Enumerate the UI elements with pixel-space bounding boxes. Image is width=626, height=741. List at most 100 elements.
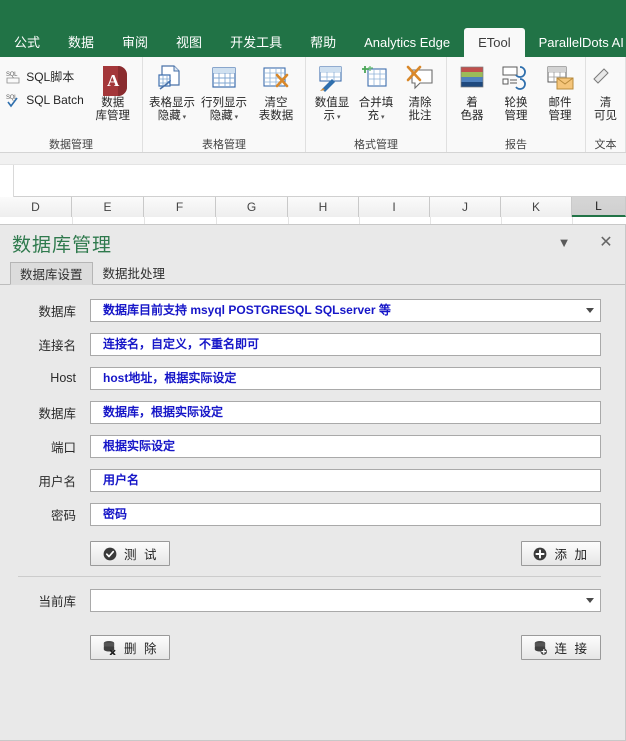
dialog-tab-batch-processing[interactable]: 数据批处理 (93, 261, 176, 284)
column-header-I[interactable]: I (359, 197, 430, 217)
column-header-G[interactable]: G (216, 197, 288, 217)
sql-batch-icon: SQL (6, 93, 23, 108)
ribbon-tab-view[interactable]: 视图 (162, 28, 216, 57)
mail-manage-button[interactable]: 邮件 管理 (538, 60, 582, 123)
chevron-down-icon[interactable]: ▼ (553, 231, 575, 253)
sql-script-button[interactable]: SQL SQL脚本 (3, 64, 87, 88)
ribbon-tab-bar: 公式 数据 审阅 视图 开发工具 帮助 Analytics Edge ETool… (0, 0, 626, 57)
dialog-header: 数据库管理 ▼ ✕ (0, 225, 625, 261)
label-host: Host (50, 371, 76, 385)
ribbon-tab-developer[interactable]: 开发工具 (216, 28, 296, 57)
rotation-manage-button[interactable]: 轮换 管理 (494, 60, 538, 123)
label-connection-name: 连接名 (38, 338, 76, 353)
ribbon-group-table-management: 表格显示 隐藏 ▾ 行列显示 隐藏 ▾ 清空 表数据 表格管理 (143, 57, 306, 152)
merge-fill-label-2: 充 ▾ (367, 110, 385, 122)
column-header-F[interactable]: F (144, 197, 216, 217)
ribbon-content: SQL SQL脚本 SQL SQL Batch A 数据 库管理 数据管理 表格… (0, 57, 626, 153)
sheet-visibility-button[interactable]: 表格显示 隐藏 ▾ (146, 60, 198, 124)
database-management-label-1: 数据 (101, 97, 125, 109)
clear-comment-button[interactable]: 清除 批注 (398, 60, 442, 123)
ribbon-group-text: 清 可见 文本 (584, 57, 626, 152)
ribbon-tab-label: 数据 (68, 35, 95, 50)
ribbon-tab-label: Analytics Edge (364, 35, 451, 50)
ribbon-tab-analytics-edge[interactable]: Analytics Edge (350, 28, 464, 57)
ribbon-tab-formulas[interactable]: 公式 (0, 28, 54, 57)
clear-table-data-button[interactable]: 清空 表数据 (250, 60, 302, 123)
clear-comment-label-2: 批注 (408, 110, 432, 122)
test-button[interactable]: 测 试 (90, 541, 171, 566)
dialog-tab-bar: 数据库设置 数据批处理 (0, 261, 625, 285)
rotation-manage-label-2: 管理 (504, 110, 528, 122)
rowcol-visibility-label-2: 隐藏 ▾ (209, 110, 239, 122)
column-header-label: F (175, 200, 184, 214)
ribbon-group-label-table-management: 表格管理 (201, 139, 246, 151)
password-input[interactable] (90, 502, 601, 526)
number-format-label-2: 示 ▾ (323, 110, 341, 122)
plus-circle-icon (533, 546, 548, 561)
ribbon-tab-data[interactable]: 数据 (54, 28, 108, 57)
database-type-select[interactable]: 数据库目前支持 msyql POSTGRESQL SQLserver 等 (90, 298, 601, 322)
ribbon-tab-review[interactable]: 审阅 (108, 28, 162, 57)
svg-text:SQL: SQL (6, 72, 18, 78)
ribbon-tab-help[interactable]: 帮助 (296, 28, 350, 57)
sql-batch-button[interactable]: SQL SQL Batch (3, 88, 87, 112)
database-management-button[interactable]: A 数据 库管理 (87, 60, 139, 123)
dialog-tab-database-settings[interactable]: 数据库设置 (10, 262, 93, 285)
column-header-D[interactable]: D (0, 197, 72, 217)
sql-script-icon: SQL (6, 69, 23, 84)
delete-button-label: 删 除 (124, 642, 159, 656)
ribbon-group-label-format-management: 格式管理 (353, 139, 398, 151)
column-header-K[interactable]: K (501, 197, 572, 217)
ribbon-tab-label: 审阅 (122, 35, 149, 50)
merge-fill-button[interactable]: 合并填 充 ▾ (354, 60, 398, 124)
mail-manage-label-2: 管理 (548, 110, 572, 122)
merge-fill-icon (359, 62, 393, 96)
column-header-H[interactable]: H (288, 197, 359, 217)
username-input[interactable] (90, 468, 601, 492)
rotation-manage-label-1: 轮换 (504, 97, 528, 109)
form-row-database-name: 数据库 (18, 399, 601, 425)
database-name-input[interactable] (90, 400, 601, 424)
database-add-icon (533, 640, 548, 655)
form-row-database-type: 数据库 数据库目前支持 msyql POSTGRESQL SQLserver 等 (18, 297, 601, 323)
mail-manage-icon (543, 62, 577, 96)
clear-visible-icon (589, 62, 623, 96)
current-database-select[interactable] (90, 588, 601, 612)
label-current-database: 当前库 (38, 594, 76, 609)
ribbon-tab-etool[interactable]: ETool (464, 28, 525, 57)
column-header-L[interactable]: L (572, 197, 626, 217)
ribbon-tab-paralleldots-ai[interactable]: ParallelDots AI (525, 28, 626, 57)
clear-comment-icon (403, 62, 437, 96)
close-icon[interactable]: ✕ (595, 231, 617, 253)
clear-table-data-icon (259, 62, 293, 96)
add-button-label: 添 加 (554, 548, 589, 562)
column-header-label: L (595, 199, 602, 213)
number-format-icon (315, 62, 349, 96)
form-row-current-database: 当前库 (18, 587, 601, 613)
ribbon-group-label-report: 报告 (505, 139, 527, 151)
column-header-label: D (31, 200, 40, 214)
column-header-row: D E F G H I J K L (0, 197, 626, 217)
port-input[interactable] (90, 434, 601, 458)
name-box-strip (0, 153, 626, 165)
host-input[interactable] (90, 366, 601, 390)
formula-input[interactable] (14, 165, 626, 196)
connection-name-input[interactable] (90, 332, 601, 356)
clear-visible-button[interactable]: 清 可见 (584, 60, 626, 123)
ribbon-tab-label: ETool (478, 35, 511, 50)
delete-connect-button-row: 删 除 连 接 (18, 635, 601, 660)
column-header-J[interactable]: J (430, 197, 501, 217)
access-database-icon: A (96, 62, 130, 96)
clear-comment-label-1: 清除 (408, 97, 432, 109)
connect-button[interactable]: 连 接 (520, 635, 601, 660)
rowcol-visibility-button[interactable]: 行列显示 隐藏 ▾ (198, 60, 250, 124)
check-circle-icon (102, 546, 117, 561)
number-format-button[interactable]: 数值显 示 ▾ (310, 60, 354, 124)
delete-button[interactable]: 删 除 (90, 635, 171, 660)
column-header-label: K (531, 200, 540, 214)
colorizer-button[interactable]: 着 色器 (450, 60, 494, 123)
rowcol-visibility-icon (207, 62, 241, 96)
add-button[interactable]: 添 加 (520, 541, 601, 566)
column-header-E[interactable]: E (72, 197, 144, 217)
connect-button-label: 连 接 (554, 642, 589, 656)
